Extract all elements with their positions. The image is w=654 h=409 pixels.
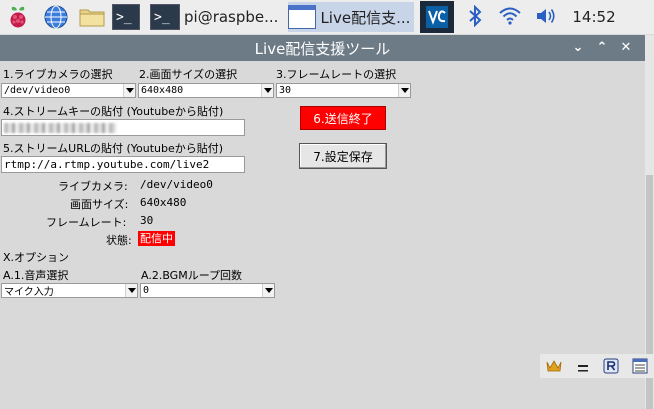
- task-live-tool[interactable]: Live配信支...: [288, 2, 415, 32]
- summary-size-value: 640x480: [140, 196, 187, 209]
- r-mode-icon[interactable]: [602, 357, 620, 375]
- summary-status-label: 状態:: [106, 234, 132, 247]
- audio-select-label: A.1.音声選択: [3, 269, 69, 282]
- window-icon: [288, 5, 317, 29]
- summary-camera-value: /dev/video0: [140, 178, 213, 191]
- chevron-down-icon[interactable]: [262, 284, 274, 297]
- summary-framerate-value: 30: [140, 214, 154, 227]
- volume-icon[interactable]: [534, 6, 558, 29]
- minimize-icon[interactable]: [574, 357, 592, 375]
- size-select-value: 640x480: [141, 85, 184, 96]
- framerate-select[interactable]: 30: [276, 83, 411, 98]
- audio-select-value: マイク入力: [4, 287, 54, 298]
- close-icon[interactable]: ✕: [618, 40, 634, 56]
- size-select[interactable]: 640x480: [138, 83, 274, 98]
- chevron-down-icon[interactable]: [125, 284, 137, 297]
- clock: 14:52: [572, 8, 616, 26]
- summary-framerate-label: フレームレート:: [46, 216, 127, 229]
- task-live-tool-label: Live配信支...: [320, 8, 411, 27]
- stream-url-label: 5.ストリームURLの貼付 (Youtubeから貼付): [3, 142, 224, 155]
- options-heading: X.オプション: [3, 251, 70, 264]
- window-titlebar[interactable]: Live配信支援ツール ⌄ ⌃ ✕: [0, 35, 645, 61]
- browser-globe-icon[interactable]: [42, 3, 70, 31]
- window-menu-icon[interactable]: ⌄: [570, 40, 586, 56]
- size-select-label: 2.画面サイズの選択: [139, 68, 238, 81]
- chevron-down-icon[interactable]: [398, 84, 410, 97]
- window-title: Live配信支援ツール: [254, 39, 391, 58]
- stop-stream-button[interactable]: 6.送信終了: [300, 106, 386, 130]
- chevron-down-icon[interactable]: [261, 84, 273, 97]
- camera-select-label: 1.ライブカメラの選択: [3, 68, 113, 81]
- system-tray: 14:52: [420, 1, 616, 33]
- stream-key-label: 4.ストリームキーの貼付 (Youtubeから貼付): [3, 105, 224, 118]
- vertical-scrollbar[interactable]: [645, 35, 654, 409]
- task-terminal[interactable]: >_ pi@raspbe...: [150, 2, 282, 32]
- camera-select-value: /dev/video0: [4, 85, 71, 96]
- bgm-loop-label: A.2.BGMループ回数: [141, 269, 243, 282]
- bgm-loop-value: 0: [143, 285, 150, 296]
- save-settings-button[interactable]: 7.設定保存: [299, 143, 387, 169]
- taskbar: >_ >_ pi@raspbe... Live配信支... 14:52: [0, 0, 654, 34]
- framerate-select-label: 3.フレームレートの選択: [276, 68, 397, 81]
- wifi-icon[interactable]: [498, 6, 522, 29]
- status-badge: 配信中: [138, 231, 175, 246]
- file-manager-icon[interactable]: [78, 3, 106, 31]
- camera-select[interactable]: /dev/video0: [1, 83, 136, 98]
- bgm-loop-select[interactable]: 0: [140, 283, 275, 298]
- stream-key-input[interactable]: [1, 119, 245, 136]
- task-terminal-label: pi@raspbe...: [184, 8, 279, 26]
- redacted-key-text: [4, 123, 116, 133]
- terminal-launcher-icon[interactable]: >_: [112, 3, 140, 31]
- stream-url-input[interactable]: rtmp://a.rtmp.youtube.com/live2: [1, 156, 245, 173]
- bluetooth-icon[interactable]: [468, 4, 482, 30]
- keyboard-panel-icon[interactable]: [631, 357, 649, 375]
- summary-camera-label: ライブカメラ:: [58, 180, 128, 193]
- terminal-icon: >_: [150, 4, 180, 30]
- crown-icon[interactable]: [545, 357, 563, 375]
- input-method-tray: [540, 354, 654, 378]
- terminal-icon: >_: [112, 4, 140, 30]
- raspberry-menu-icon[interactable]: [4, 3, 32, 31]
- maximize-icon[interactable]: ⌃: [594, 40, 610, 56]
- vnc-icon[interactable]: [420, 1, 455, 33]
- framerate-select-value: 30: [279, 85, 292, 96]
- summary-size-label: 画面サイズ:: [70, 198, 129, 211]
- audio-select[interactable]: マイク入力: [1, 283, 138, 298]
- chevron-down-icon[interactable]: [123, 84, 135, 97]
